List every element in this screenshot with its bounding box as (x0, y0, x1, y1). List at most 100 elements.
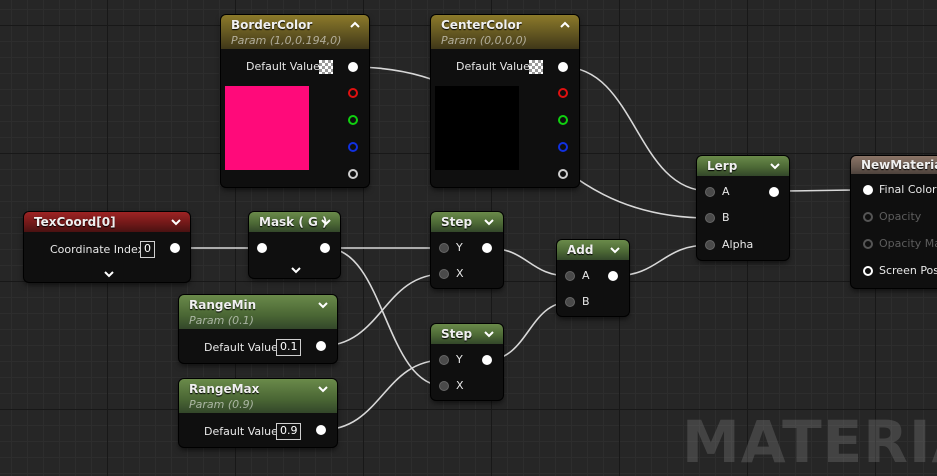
a-input-label: A (582, 269, 590, 282)
wire-mask-to-step2-x[interactable] (325, 247, 445, 387)
coordinate-index-label: Coordinate Index (50, 243, 145, 256)
node-subtitle: Param (0.9) (189, 398, 254, 411)
lerp-node[interactable]: Lerp A B Alpha (697, 156, 789, 260)
chevron-up-icon[interactable] (349, 20, 361, 30)
a-input-pin[interactable] (565, 271, 575, 281)
opacity-mask-label: Opacity Ma (879, 237, 937, 250)
chevron-down-icon[interactable] (170, 217, 182, 227)
chevron-down-icon[interactable] (290, 265, 302, 275)
b-input-pin[interactable] (565, 297, 575, 307)
y-input-label: Y (456, 353, 463, 366)
range-min-node[interactable]: RangeMin Param (0.1) Default Value 0.1 (179, 295, 337, 363)
alpha-output-pin[interactable] (558, 169, 568, 179)
add-output-pin[interactable] (608, 271, 618, 281)
x-input-label: X (456, 379, 464, 392)
material-result-node[interactable]: NewMaterial1 Final Color Opacity Opacity… (851, 156, 937, 288)
range-min-output-pin[interactable] (316, 341, 326, 351)
range-min-header[interactable]: RangeMin Param (0.1) (179, 295, 337, 329)
chevron-down-icon[interactable] (769, 161, 781, 171)
range-min-value-field[interactable]: 0.1 (276, 339, 301, 356)
node-title: CenterColor (441, 18, 522, 32)
step-output-pin[interactable] (482, 355, 492, 365)
border-color-preview (225, 86, 309, 170)
center-color-header[interactable]: CenterColor Param (0,0,0,0) (431, 15, 579, 49)
chevron-down-icon[interactable] (483, 217, 495, 227)
node-title: NewMaterial1 (861, 158, 937, 172)
add-node[interactable]: Add A B (557, 240, 629, 316)
lerp-output-pin[interactable] (769, 187, 779, 197)
step-node-2[interactable]: Step Y X (431, 324, 503, 400)
step-output-pin[interactable] (482, 243, 492, 253)
checker-swatch-icon[interactable] (529, 60, 543, 74)
opacity-input-pin[interactable] (863, 212, 873, 222)
coordinate-index-field[interactable]: 0 (140, 241, 155, 258)
alpha-output-pin[interactable] (348, 169, 358, 179)
blue-output-pin[interactable] (348, 142, 358, 152)
range-max-output-pin[interactable] (316, 425, 326, 435)
range-max-node[interactable]: RangeMax Param (0.9) Default Value 0.9 (179, 379, 337, 447)
red-output-pin[interactable] (348, 88, 358, 98)
chevron-up-icon[interactable] (559, 20, 571, 30)
mask-header[interactable]: Mask ( G ) (249, 212, 340, 232)
node-subtitle: Param (1,0,0.194,0) (231, 34, 342, 47)
add-header[interactable]: Add (557, 240, 629, 260)
wire-center-default-to-lerp-a[interactable] (562, 66, 710, 192)
border-color-node[interactable]: BorderColor Param (1,0,0.194,0) Default … (221, 15, 369, 187)
range-max-header[interactable]: RangeMax Param (0.9) (179, 379, 337, 413)
step-header[interactable]: Step (431, 212, 503, 232)
chevron-down-icon[interactable] (103, 269, 115, 279)
y-input-label: Y (456, 241, 463, 254)
node-title: BorderColor (231, 18, 313, 32)
center-color-node[interactable]: CenterColor Param (0,0,0,0) Default Valu… (431, 15, 579, 187)
material-watermark: MATERIAL (682, 408, 937, 476)
mask-node[interactable]: Mask ( G ) (249, 212, 340, 278)
chevron-down-icon[interactable] (320, 217, 332, 227)
green-output-pin[interactable] (348, 115, 358, 125)
a-input-pin[interactable] (705, 187, 715, 197)
y-input-pin[interactable] (439, 243, 449, 253)
b-input-pin[interactable] (705, 213, 715, 223)
step-header[interactable]: Step (431, 324, 503, 344)
b-input-label: B (582, 295, 590, 308)
blue-output-pin[interactable] (558, 142, 568, 152)
step-node-1[interactable]: Step Y X (431, 212, 503, 288)
default-value-label: Default Value (204, 425, 278, 438)
chevron-down-icon[interactable] (483, 329, 495, 339)
a-input-label: A (722, 185, 730, 198)
alpha-input-label: Alpha (722, 238, 754, 251)
node-subtitle: Param (0,0,0,0) (441, 34, 527, 47)
range-max-value-field[interactable]: 0.9 (276, 423, 301, 440)
default-value-label: Default Value (246, 60, 320, 73)
x-input-pin[interactable] (439, 381, 449, 391)
mask-input-pin[interactable] (257, 243, 267, 253)
texcoord-output-pin[interactable] (170, 243, 180, 253)
default-value-output-pin[interactable] (558, 62, 568, 72)
b-input-label: B (722, 211, 730, 224)
screen-position-label: Screen Pos (879, 264, 937, 277)
material-result-header[interactable]: NewMaterial1 (851, 156, 937, 174)
chevron-down-icon[interactable] (609, 245, 621, 255)
texcoord-header[interactable]: TexCoord[0] (24, 212, 190, 232)
wire-range-max-to-step2-y[interactable] (320, 359, 445, 431)
screen-position-input-pin[interactable] (863, 266, 873, 276)
border-color-header[interactable]: BorderColor Param (1,0,0.194,0) (221, 15, 369, 49)
checker-swatch-icon[interactable] (319, 60, 333, 74)
alpha-input-pin[interactable] (705, 240, 715, 250)
texcoord-node[interactable]: TexCoord[0] Coordinate Index 0 (24, 212, 190, 282)
y-input-pin[interactable] (439, 355, 449, 365)
x-input-pin[interactable] (439, 269, 449, 279)
default-value-output-pin[interactable] (348, 62, 358, 72)
node-subtitle: Param (0.1) (189, 314, 254, 327)
opacity-mask-input-pin[interactable] (863, 239, 873, 249)
x-input-label: X (456, 267, 464, 280)
final-color-input-pin[interactable] (863, 185, 873, 195)
chevron-down-icon[interactable] (317, 384, 329, 394)
mask-output-pin[interactable] (320, 243, 330, 253)
green-output-pin[interactable] (558, 115, 568, 125)
chevron-down-icon[interactable] (317, 300, 329, 310)
center-color-preview (435, 86, 519, 170)
red-output-pin[interactable] (558, 88, 568, 98)
node-title: RangeMin (189, 298, 257, 312)
lerp-header[interactable]: Lerp (697, 156, 789, 176)
wire-range-min-to-step1-x[interactable] (320, 273, 445, 347)
